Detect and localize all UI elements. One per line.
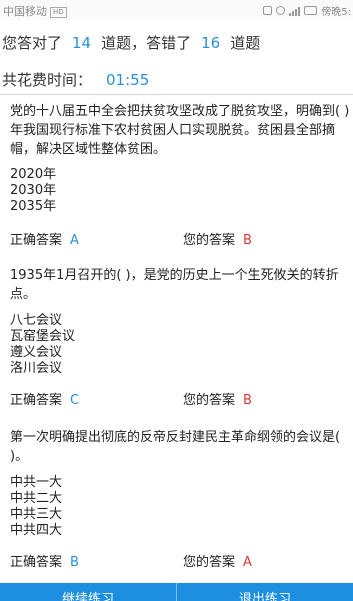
question-text: 党的十八届五中全会把扶贫攻坚改成了脱贫攻坚，明确到( )年我国现行标准下农村贫困… xyxy=(10,104,350,157)
correct-answer-value: B xyxy=(70,555,79,570)
your-answer: 您的答案 A xyxy=(183,551,252,570)
correct-answer-label: 正确答案 xyxy=(10,393,63,408)
vibrate-icon xyxy=(263,6,273,15)
timer-value: 01:55 xyxy=(106,71,150,89)
option-list: 八七会议 瓦窑堡会议 遵义会议 洛川会议 xyxy=(10,313,350,377)
bottom-action-bar: 继续练习 退出练习 xyxy=(0,583,353,601)
summary-prefix: 您答对了 xyxy=(2,34,63,52)
status-bar: 中国移动 HD 傍晚5: xyxy=(0,0,353,20)
alarm-icon xyxy=(276,6,286,15)
exit-practice-button[interactable]: 退出练习 xyxy=(177,583,353,601)
answer-row: 正确答案 C 您的答案 B xyxy=(10,389,350,408)
your-answer: 您的答案 B xyxy=(183,229,252,248)
correct-answer-value: C xyxy=(70,393,80,408)
option-item: 中共四大 xyxy=(10,523,63,538)
answer-row: 正确答案 B 您的答案 A xyxy=(10,551,350,570)
correct-count: 14 xyxy=(72,34,92,52)
timer-label: 共花费时间： xyxy=(2,71,93,89)
option-item: 2020年 xyxy=(10,167,57,182)
option-item: 瓦窑堡会议 xyxy=(10,329,76,344)
signal-icon xyxy=(289,6,301,16)
continue-practice-button[interactable]: 继续练习 xyxy=(0,583,176,601)
divider xyxy=(0,94,353,95)
answer-row: 正确答案 A 您的答案 B xyxy=(10,229,350,248)
correct-answer: 正确答案 A xyxy=(10,229,79,248)
option-item: 中共三大 xyxy=(10,507,63,522)
summary-middle: 道题，答错了 xyxy=(101,34,192,52)
time-spent: 共花费时间： 01:55 xyxy=(2,69,149,90)
your-answer-value: B xyxy=(243,393,252,408)
your-answer-value: B xyxy=(243,233,252,248)
score-summary: 您答对了 14 道题，答错了 16 道题 xyxy=(2,32,260,53)
your-answer: 您的答案 B xyxy=(183,389,252,408)
option-item: 遵义会议 xyxy=(10,345,63,360)
option-item: 洛川会议 xyxy=(10,361,63,376)
carrier-name: 中国移动 xyxy=(3,5,47,18)
your-answer-label: 您的答案 xyxy=(183,555,236,570)
question-text: 第一次明确提出彻底的反帝反封建民主革命纲领的会议是( )。 xyxy=(10,430,341,464)
status-clock: 傍晚5: xyxy=(321,7,351,18)
your-answer-label: 您的答案 xyxy=(183,393,236,408)
your-answer-label: 您的答案 xyxy=(183,233,236,248)
summary-suffix: 道题 xyxy=(230,34,261,52)
battery-icon xyxy=(304,6,318,15)
option-item: 2030年 xyxy=(10,183,57,198)
network-badge: HD xyxy=(50,7,67,18)
your-answer-value: A xyxy=(243,555,252,570)
option-item: 中共二大 xyxy=(10,491,63,506)
correct-answer: 正确答案 C xyxy=(10,389,79,408)
correct-answer-label: 正确答案 xyxy=(10,233,63,248)
option-list: 2020年 2030年 2035年 xyxy=(10,167,350,215)
carrier-label: 中国移动 HD xyxy=(3,3,67,19)
status-icons: 傍晚5: xyxy=(263,3,351,18)
option-item: 八七会议 xyxy=(10,313,63,328)
correct-answer-label: 正确答案 xyxy=(10,555,63,570)
wrong-count: 16 xyxy=(201,34,221,52)
correct-answer: 正确答案 B xyxy=(10,551,79,570)
option-item: 中共一大 xyxy=(10,475,63,490)
option-list: 中共一大 中共二大 中共三大 中共四大 xyxy=(10,475,350,539)
question-text: 1935年1月召开的( )，是党的历史上一个生死攸关的转折点。 xyxy=(10,268,339,302)
question-item: 党的十八届五中全会把扶贫攻坚改成了脱贫攻坚，明确到( )年我国现行标准下农村贫困… xyxy=(10,102,350,215)
question-item: 1935年1月召开的( )，是党的历史上一个生死攸关的转折点。 八七会议 瓦窑堡… xyxy=(10,266,350,377)
option-item: 2035年 xyxy=(10,199,57,214)
question-item: 第一次明确提出彻底的反帝反封建民主革命纲领的会议是( )。 中共一大 中共二大 … xyxy=(10,428,350,539)
correct-answer-value: A xyxy=(70,233,79,248)
